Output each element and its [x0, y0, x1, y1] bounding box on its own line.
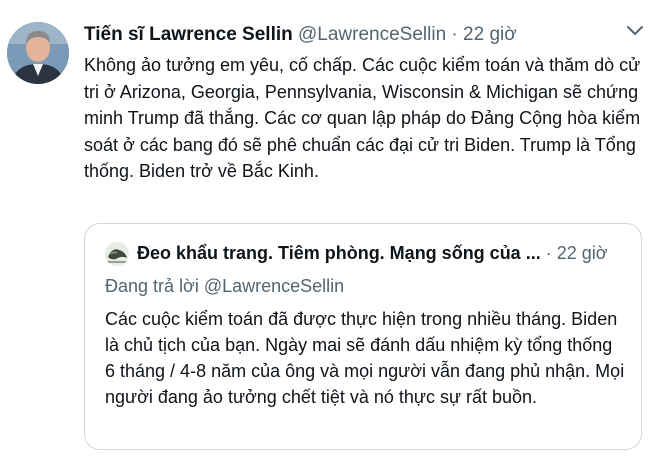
avatar[interactable]	[7, 22, 69, 84]
quoted-timestamp: 22 giờ	[556, 243, 608, 263]
quoted-separator: ·	[540, 243, 557, 263]
quoted-author-name[interactable]: Đeo khẩu trang. Tiêm phòng. Mạng sống củ…	[137, 243, 541, 263]
avatar-photo	[7, 22, 69, 84]
chevron-down-icon	[627, 26, 643, 35]
quoted-header: Đeo khẩu trang. Tiêm phòng. Mạng sống củ…	[137, 240, 631, 266]
author-name[interactable]: Tiến sĩ Lawrence Sellin	[84, 24, 293, 45]
replying-to: Đang trả lời @LawrenceSellin	[105, 276, 345, 296]
quoted-avatar	[105, 242, 129, 266]
timestamp[interactable]: 22 giờ	[463, 24, 517, 45]
tweet: Tiến sĩ Lawrence Sellin @LawrenceSellin …	[0, 0, 666, 459]
tweet-text: Không ảo tưởng em yêu, cố chấp. Các cuộc…	[84, 55, 641, 181]
author-handle[interactable]: @LawrenceSellin	[298, 24, 446, 45]
meta-separator: ·	[446, 24, 464, 45]
quoted-tweet[interactable]: Đeo khẩu trang. Tiêm phòng. Mạng sống củ…	[84, 223, 642, 450]
quoted-avatar-photo	[105, 242, 129, 266]
tweet-header: Tiến sĩ Lawrence Sellin @LawrenceSellin …	[84, 22, 626, 48]
quoted-tweet-text: Các cuộc kiểm toán đã được thực hiện tro…	[105, 309, 625, 407]
more-options-button[interactable]	[622, 18, 648, 44]
